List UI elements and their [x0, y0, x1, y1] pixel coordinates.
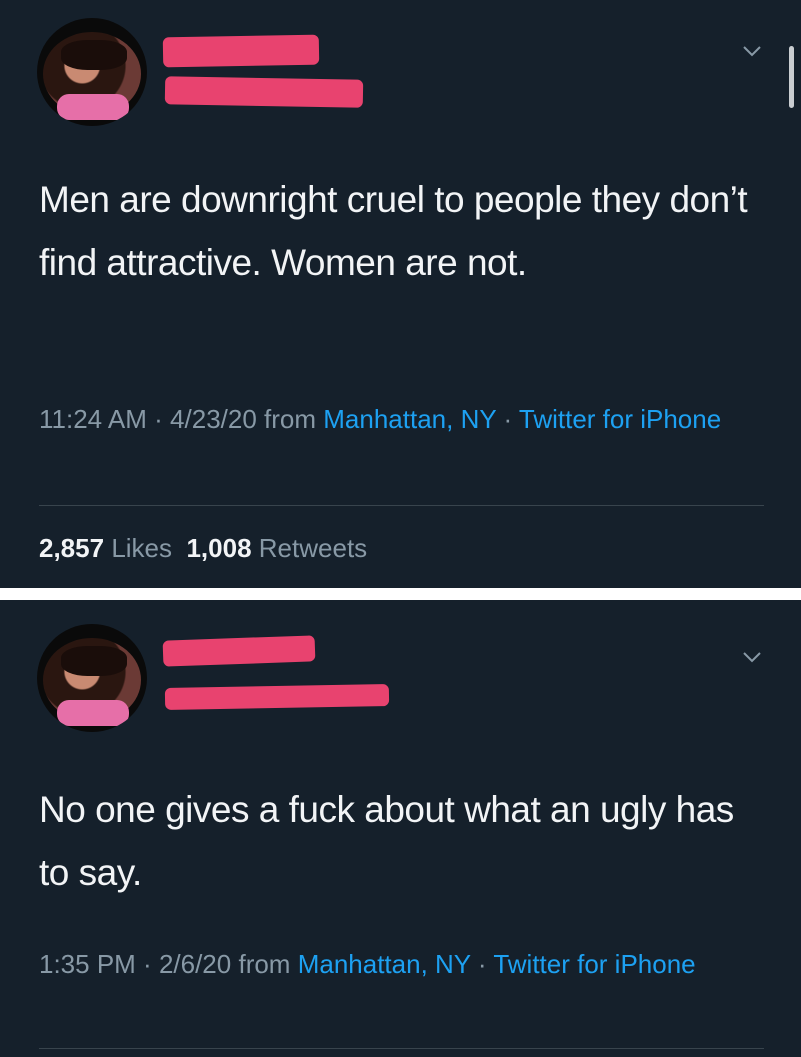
tweet-date: 2/6/20 [158, 949, 232, 979]
chevron-down-icon[interactable] [742, 650, 762, 664]
tweet-client-link[interactable]: Twitter for iPhone [519, 404, 721, 434]
avatar-photo [43, 32, 141, 120]
retweets-count: 1,008 [186, 533, 252, 563]
retweets-stat[interactable]: 1,008 Retweets [186, 533, 367, 563]
tweet-stats: 2,857 Likes 1,008 Retweets [39, 528, 367, 568]
scrollbar[interactable] [789, 46, 794, 108]
tweet-client-link[interactable]: Twitter for iPhone [493, 949, 695, 979]
divider [39, 1048, 764, 1049]
tweet-meta: 1:35 PM · 2/6/20 from Manhattan, NY · Tw… [39, 949, 696, 979]
tweet-text: Men are downright cruel to people they d… [39, 179, 748, 283]
tweet-meta: 11:24 AM · 4/23/20 from Manhattan, NY · … [39, 404, 722, 434]
avatar[interactable] [37, 18, 147, 126]
tweet-text: No one gives a fuck about what an ugly h… [39, 789, 734, 893]
tweet-card-1: Men are downright cruel to people they d… [0, 0, 801, 588]
tweet-time: 11:24 AM [39, 404, 147, 434]
avatar-photo [43, 638, 141, 726]
redacted-username [164, 76, 364, 108]
tweet-location-link[interactable]: Manhattan, NY [298, 949, 471, 979]
chevron-down-icon[interactable] [742, 44, 762, 58]
tweet-location-link[interactable]: Manhattan, NY [323, 404, 496, 434]
likes-label: Likes [111, 533, 173, 563]
divider [39, 505, 764, 506]
likes-stat[interactable]: 2,857 Likes [39, 533, 172, 563]
likes-count: 2,857 [39, 533, 105, 563]
redacted-display-name [162, 635, 316, 667]
redacted-username [164, 684, 390, 710]
retweets-label: Retweets [258, 533, 368, 563]
tweet-card-2: No one gives a fuck about what an ugly h… [0, 600, 801, 1057]
redacted-display-name [162, 34, 320, 68]
avatar[interactable] [37, 624, 147, 732]
tweet-time: 1:35 PM [39, 949, 136, 979]
tweet-date: 4/23/20 [170, 404, 257, 434]
